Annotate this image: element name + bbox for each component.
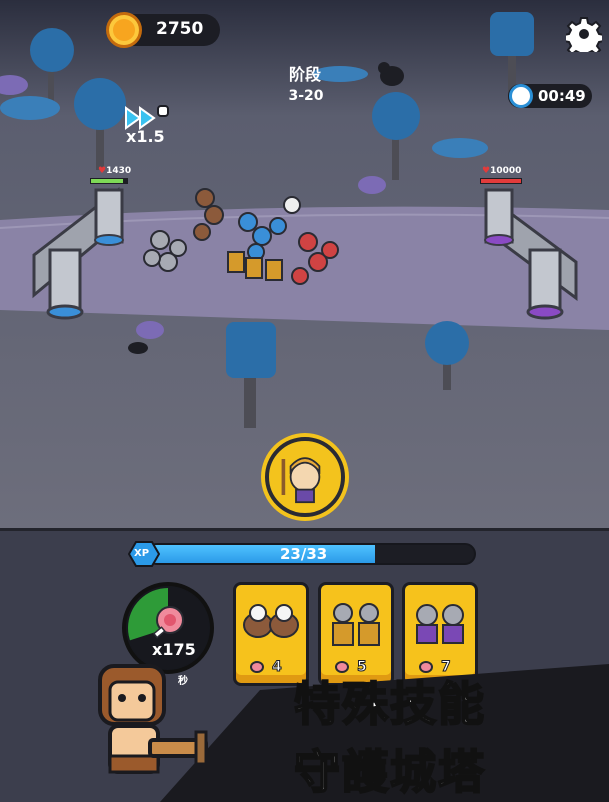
timer-value: 00:49 (538, 87, 586, 105)
barbarian-mascot (98, 664, 208, 774)
xp-value: 23/33 (280, 545, 328, 563)
player-castle-hp: ♥1430 (98, 166, 132, 176)
meat-cost-icon (250, 661, 264, 673)
coin-icon (106, 12, 142, 48)
speed-multiplier: x1.5 (126, 127, 165, 146)
xp-label: XP (134, 548, 150, 559)
timer-icon (509, 84, 533, 108)
shield-knights-icon (332, 603, 380, 646)
stage-value: 3-20 (288, 88, 324, 104)
rat (128, 342, 148, 354)
card-cost: 4 (272, 659, 283, 676)
game-screen: 2750 阶段 3-20 00:49 x1.5 ♥1430 ♥10000 XP … (0, 0, 609, 802)
xp-fill (148, 545, 376, 563)
promo-title-line2: 守護城塔 (293, 744, 486, 800)
hero-skill-button[interactable] (265, 437, 345, 517)
gear-icon[interactable] (566, 16, 602, 52)
coin-value: 2750 (156, 19, 204, 39)
stage-label: 阶段 (288, 65, 321, 84)
hero-portrait-icon (281, 457, 321, 504)
enemy-castle-hp: ♥10000 (482, 166, 522, 176)
promo-title-line1: 特殊技能 (293, 676, 486, 732)
meat-icon (152, 606, 184, 639)
purple-soldiers-icon (416, 604, 464, 644)
griffin-riders-icon (243, 604, 299, 638)
heart-icon: ♥ (482, 166, 491, 176)
heart-icon: ♥ (98, 166, 107, 176)
